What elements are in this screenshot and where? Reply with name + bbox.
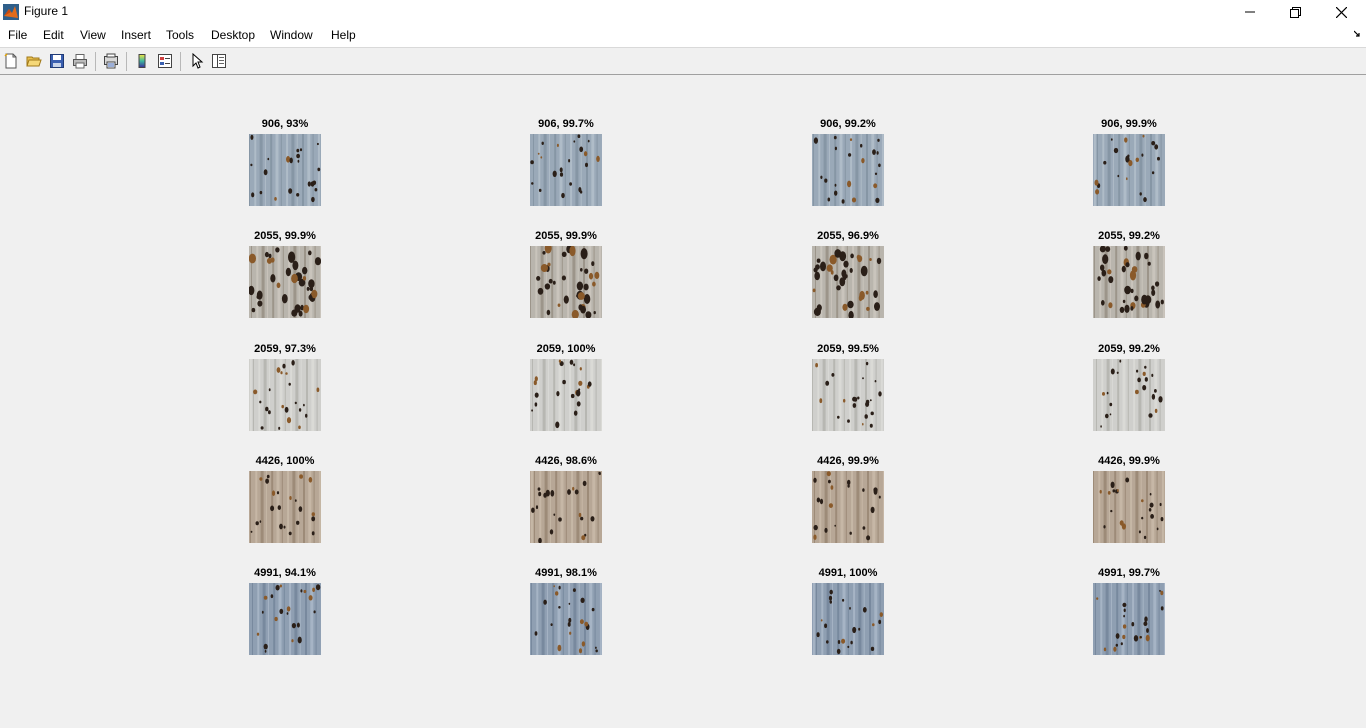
subplot-image <box>1093 359 1165 431</box>
subplot-image <box>812 246 884 318</box>
subplot-title: 2059, 97.3% <box>254 343 316 355</box>
subplot-image <box>249 134 321 206</box>
subplot-image <box>249 359 321 431</box>
subplot-image <box>249 471 321 543</box>
subplot-title: 906, 93% <box>261 118 309 130</box>
subplot-title: 906, 99.2% <box>820 118 876 130</box>
menu-help[interactable]: Help <box>331 28 356 42</box>
subplot-title: 4426, 100% <box>255 455 315 467</box>
subplot-title: 2059, 100% <box>536 343 596 355</box>
menu-bar: File Edit View Insert Tools Desktop Wind… <box>0 24 1366 47</box>
subplot-title: 2055, 99.9% <box>254 230 316 242</box>
subplot-title: 4991, 100% <box>818 567 878 579</box>
subplot-image <box>249 583 321 655</box>
menu-window[interactable]: Window <box>270 28 313 42</box>
subplot-image <box>530 134 602 206</box>
subplot-image <box>812 583 884 655</box>
subplot-title: 2059, 99.2% <box>1098 343 1160 355</box>
menu-tools[interactable]: Tools <box>166 28 194 42</box>
subplot-title: 4991, 98.1% <box>535 567 597 579</box>
subplot-image <box>1093 134 1165 206</box>
title-bar: Figure 1 <box>0 0 1366 24</box>
restore-button[interactable] <box>1272 0 1318 24</box>
subplot-image <box>530 246 602 318</box>
figure-toolbar <box>0 47 1366 75</box>
subplot-image <box>812 134 884 206</box>
subplot-image <box>249 246 321 318</box>
save-icon[interactable] <box>49 53 65 69</box>
print-preview-icon[interactable] <box>103 53 119 69</box>
insert-legend-icon[interactable] <box>157 53 173 69</box>
subplot-title: 2059, 99.5% <box>817 343 879 355</box>
toolbar-separator <box>95 52 96 71</box>
insert-colorbar-icon[interactable] <box>134 53 150 69</box>
toolbar-separator <box>180 52 181 71</box>
subplot-image <box>530 359 602 431</box>
property-inspector-icon[interactable] <box>211 53 227 69</box>
edit-plot-cursor-icon[interactable] <box>189 53 205 69</box>
subplot-image <box>530 583 602 655</box>
subplot-title: 4426, 99.9% <box>1098 455 1160 467</box>
restore-icon <box>1289 6 1301 18</box>
subplot-image <box>1093 471 1165 543</box>
close-button[interactable] <box>1318 0 1364 24</box>
new-figure-icon[interactable] <box>3 53 19 69</box>
menu-view[interactable]: View <box>80 28 106 42</box>
subplot-title: 2055, 96.9% <box>817 230 879 242</box>
subplot-title: 906, 99.7% <box>538 118 594 130</box>
matlab-icon <box>3 4 19 20</box>
subplot-title: 4991, 94.1% <box>254 567 316 579</box>
subplot-title: 4426, 99.9% <box>817 455 879 467</box>
menu-file[interactable]: File <box>8 28 27 42</box>
subplot-title: 4426, 98.6% <box>535 455 597 467</box>
subplot-title: 2055, 99.2% <box>1098 230 1160 242</box>
subplot-image <box>812 359 884 431</box>
subplot-image <box>1093 246 1165 318</box>
menu-insert[interactable]: Insert <box>121 28 151 42</box>
window-title: Figure 1 <box>24 4 69 18</box>
subplot-image <box>1093 583 1165 655</box>
subplot-title: 906, 99.9% <box>1101 118 1157 130</box>
subplot-title: 4991, 99.7% <box>1098 567 1160 579</box>
menu-edit[interactable]: Edit <box>43 28 64 42</box>
close-icon <box>1335 6 1347 18</box>
dock-arrow-icon[interactable] <box>1354 30 1362 38</box>
open-file-icon[interactable] <box>26 53 42 69</box>
subplot-title: 2055, 99.9% <box>535 230 597 242</box>
minimize-icon <box>1245 11 1255 13</box>
minimize-button[interactable] <box>1227 0 1273 24</box>
toolbar-separator <box>126 52 127 71</box>
menu-desktop[interactable]: Desktop <box>211 28 255 42</box>
subplot-image <box>530 471 602 543</box>
print-icon[interactable] <box>72 53 88 69</box>
subplot-image <box>812 471 884 543</box>
